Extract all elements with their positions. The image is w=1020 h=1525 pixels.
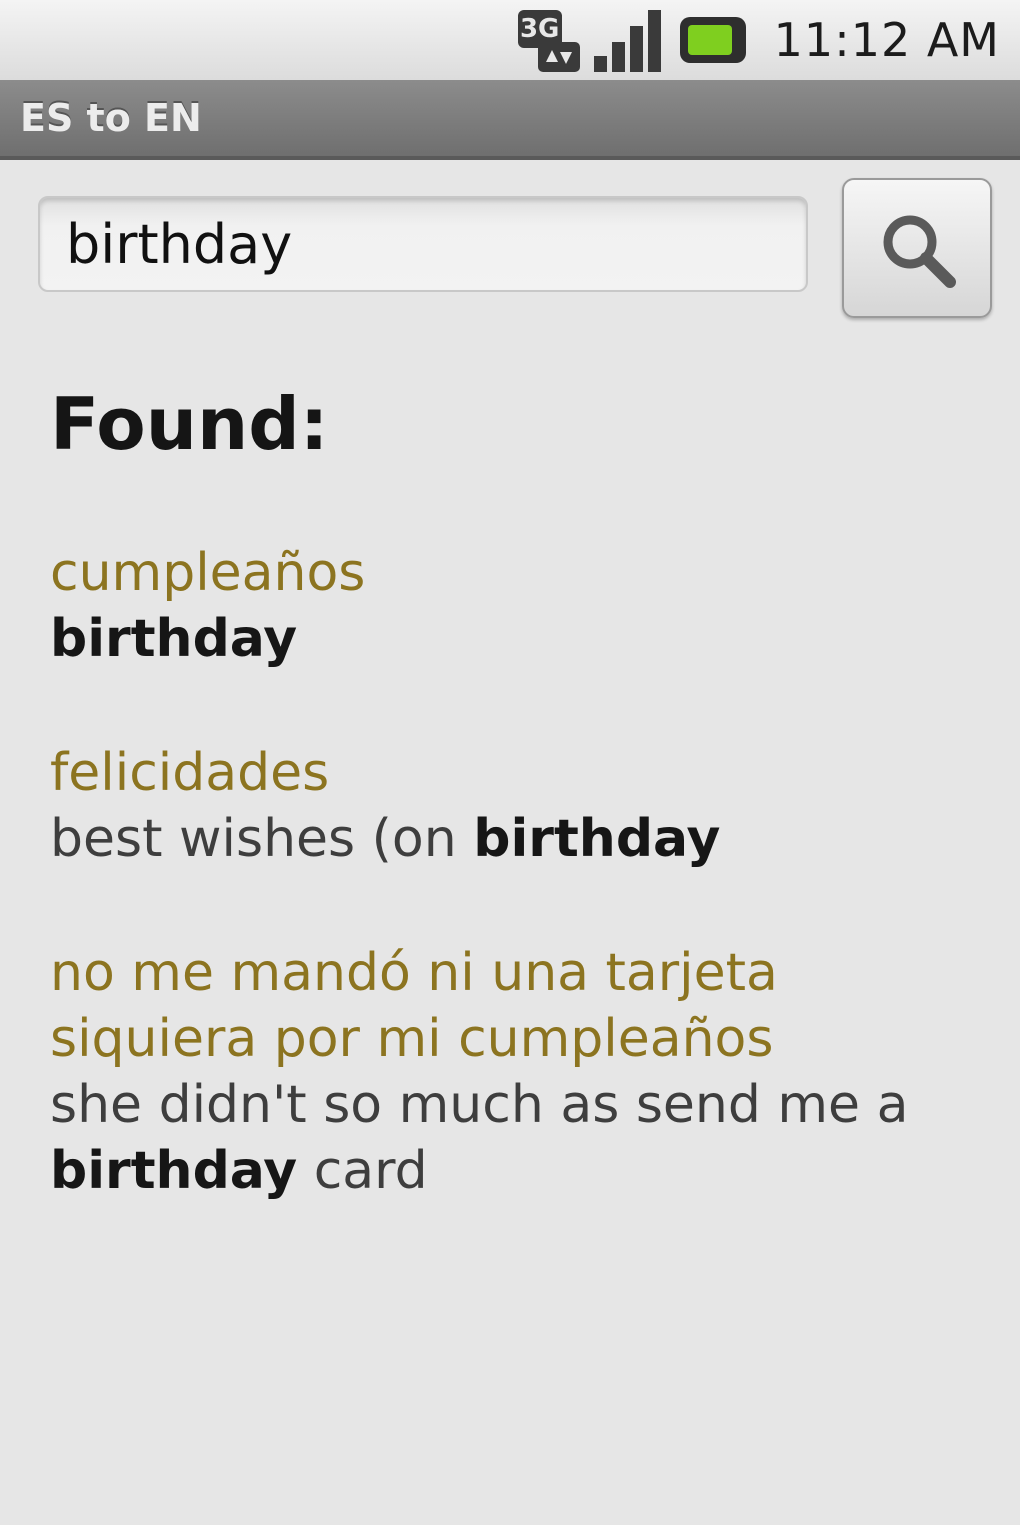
3g-data-icon: 3G <box>516 8 580 72</box>
status-time: 11:12 AM <box>773 13 1000 67</box>
battery-charging-icon <box>679 17 746 63</box>
title-bar: ES to EN <box>0 80 1020 160</box>
results-heading: Found: <box>50 382 329 466</box>
app-title: ES to EN <box>20 96 202 140</box>
matched-term: birthday <box>50 609 298 669</box>
signal-strength-icon <box>593 8 664 72</box>
data-activity-arrows <box>537 42 580 72</box>
matched-term: birthday <box>50 1141 298 1201</box>
result-translation: she didn't so much as send me a birthday… <box>50 1075 909 1201</box>
result-translation: birthday <box>50 606 970 672</box>
matched-term: birthday <box>473 809 721 869</box>
status-bar: 3G 11:12 AM <box>0 0 1020 80</box>
result-entry[interactable]: felicidades best wishes (on birthday <box>50 740 970 872</box>
search-input[interactable] <box>38 196 808 292</box>
search-button[interactable] <box>842 178 992 318</box>
search-icon <box>883 215 956 288</box>
result-entry[interactable]: no me mandó ni una tarjeta siquiera por … <box>50 940 970 1204</box>
result-entry[interactable]: cumpleaños birthday <box>50 540 970 672</box>
result-translation: best wishes (on birthday <box>50 809 721 869</box>
status-icons: 3G 11:12 AM <box>516 6 1000 74</box>
result-source-text: felicidades <box>50 743 330 803</box>
result-source-text: no me mandó ni una tarjeta siquiera por … <box>50 943 778 1069</box>
result-source-text: cumpleaños <box>50 543 366 603</box>
results-list: cumpleaños birthday felicidades best wis… <box>50 540 970 1204</box>
